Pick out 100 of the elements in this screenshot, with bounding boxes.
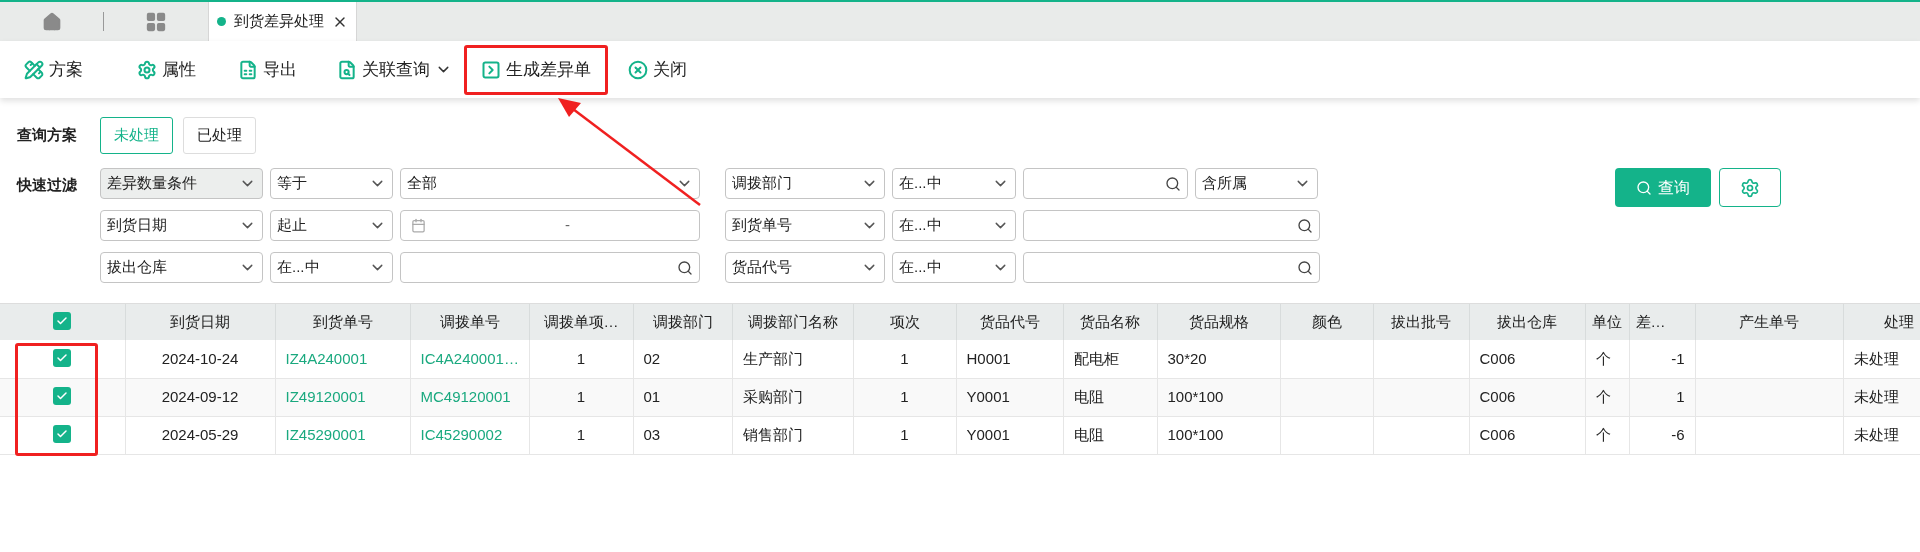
table-cell: 100*100: [1167, 387, 1224, 405]
checkbox[interactable]: [53, 424, 72, 443]
select-field[interactable]: 货品代号: [725, 252, 885, 283]
select-field[interactable]: 起止: [270, 210, 393, 241]
grid-icon[interactable]: [145, 10, 167, 33]
date-range-field[interactable]: -: [400, 210, 700, 241]
column-header[interactable]: 货品名称: [1080, 312, 1140, 330]
check-icon: [56, 389, 69, 402]
quick-filter-label: 快速过滤: [17, 175, 78, 195]
table-cell: 未处理: [1853, 425, 1899, 443]
column-header[interactable]: 差…: [1635, 312, 1666, 330]
table-cell: 1: [900, 425, 909, 443]
search-field[interactable]: [1023, 210, 1320, 241]
table-cell: C006: [1479, 425, 1516, 443]
toolbar-button[interactable]: 关闭: [622, 44, 693, 95]
table-cell: 1: [900, 349, 909, 367]
table-cell: 采购部门: [742, 387, 803, 405]
scheme-option[interactable]: 已处理: [183, 117, 256, 154]
search-icon: [677, 259, 693, 276]
table-cell: -6: [1671, 425, 1685, 443]
toolbar-button[interactable]: 导出: [232, 44, 303, 95]
checkbox[interactable]: [53, 311, 72, 330]
select-field[interactable]: 含所属: [1195, 168, 1318, 199]
select-field[interactable]: 调拨部门: [725, 168, 885, 199]
search-icon: [1636, 179, 1652, 196]
toolbar-button[interactable]: 生成差异单: [464, 44, 608, 95]
select-field[interactable]: 拔出仓库: [100, 252, 263, 283]
home-icon[interactable]: [41, 11, 62, 32]
table-cell: 03: [643, 425, 661, 443]
query-scheme-label: 查询方案: [17, 125, 78, 146]
select-field[interactable]: 差异数量条件: [100, 168, 263, 199]
search-icon: [1297, 217, 1313, 234]
select-field[interactable]: 在...中: [270, 252, 393, 283]
column-header[interactable]: 产生单号: [1739, 312, 1799, 330]
select-field[interactable]: 在...中: [892, 168, 1016, 199]
select-field[interactable]: 在...中: [892, 210, 1016, 241]
ruler-pencil-icon: [24, 59, 44, 80]
table-cell: H0001: [966, 349, 1011, 367]
column-header[interactable]: 处理: [1883, 312, 1914, 330]
close-icon: [628, 59, 648, 80]
table-cell: 生产部门: [742, 349, 803, 367]
column-header[interactable]: 到货单号: [312, 312, 373, 330]
table-cell: 1: [576, 425, 586, 443]
checkbox[interactable]: [53, 386, 72, 405]
search-icon: [1165, 175, 1181, 192]
table-cell: 100*100: [1167, 425, 1224, 443]
search-field[interactable]: [1023, 252, 1320, 283]
table-cell: 2024-10-24: [161, 349, 239, 367]
column-header[interactable]: 货品代号: [979, 312, 1040, 330]
gear-icon: [137, 59, 157, 80]
toolbar-button[interactable]: 关联查询: [331, 44, 458, 95]
settings-button[interactable]: [1719, 168, 1781, 207]
tab[interactable]: 到货差异处理: [208, 2, 357, 41]
column-header[interactable]: 拔出仓库: [1497, 312, 1557, 330]
table-cell: 个: [1595, 387, 1611, 405]
select-field[interactable]: 在...中: [892, 252, 1016, 283]
table-cell: 2024-09-12: [161, 387, 239, 405]
document-search-icon: [337, 59, 357, 80]
table-cell: C006: [1479, 387, 1516, 405]
table-cell: Y0001: [966, 425, 1010, 443]
table-cell: Y0001: [966, 387, 1010, 405]
search-icon: [1297, 259, 1313, 276]
table-cell: 30*20: [1167, 349, 1207, 367]
column-header[interactable]: 货品规格: [1188, 312, 1249, 330]
table-cell: 电阻: [1073, 425, 1104, 443]
select-field[interactable]: 全部: [400, 168, 700, 199]
spreadsheet-icon: [238, 59, 258, 80]
checkbox[interactable]: [53, 348, 72, 367]
table-cell: 未处理: [1853, 387, 1899, 405]
column-header[interactable]: 项次: [889, 312, 920, 330]
table-cell: -1: [1671, 349, 1685, 367]
toolbar-button[interactable]: 方案: [18, 44, 89, 95]
check-icon: [56, 314, 69, 327]
column-header[interactable]: 调拨单号: [439, 312, 500, 330]
column-header[interactable]: 调拨部门名称: [747, 312, 838, 330]
search-field[interactable]: [400, 252, 700, 283]
column-header[interactable]: 颜色: [1311, 312, 1342, 330]
table-cell: 1: [576, 349, 586, 367]
select-field[interactable]: 到货日期: [100, 210, 263, 241]
table-cell: 个: [1595, 425, 1611, 443]
column-header[interactable]: 拔出批号: [1391, 312, 1451, 330]
table-cell: 02: [643, 349, 661, 367]
toolbar-button[interactable]: 属性: [131, 44, 202, 95]
column-header[interactable]: 单位: [1592, 312, 1622, 330]
calendar-icon: [411, 218, 426, 233]
check-icon: [56, 427, 69, 440]
select-field[interactable]: 到货单号: [725, 210, 885, 241]
column-header[interactable]: 调拨部门: [652, 312, 713, 330]
chevron-square-icon: [481, 59, 501, 80]
settings-icon: [1740, 177, 1760, 198]
column-header[interactable]: 到货日期: [170, 312, 230, 330]
select-field[interactable]: 等于: [270, 168, 393, 199]
table-cell: 销售部门: [742, 425, 803, 443]
table-cell: 配电柜: [1073, 349, 1119, 367]
search-field[interactable]: [1023, 168, 1188, 199]
table-cell: 1: [576, 387, 586, 405]
table-cell: 未处理: [1853, 349, 1899, 367]
table-cell: 个: [1595, 349, 1611, 367]
column-header[interactable]: 调拨单项…: [543, 312, 619, 330]
table-cell: 01: [643, 387, 661, 405]
